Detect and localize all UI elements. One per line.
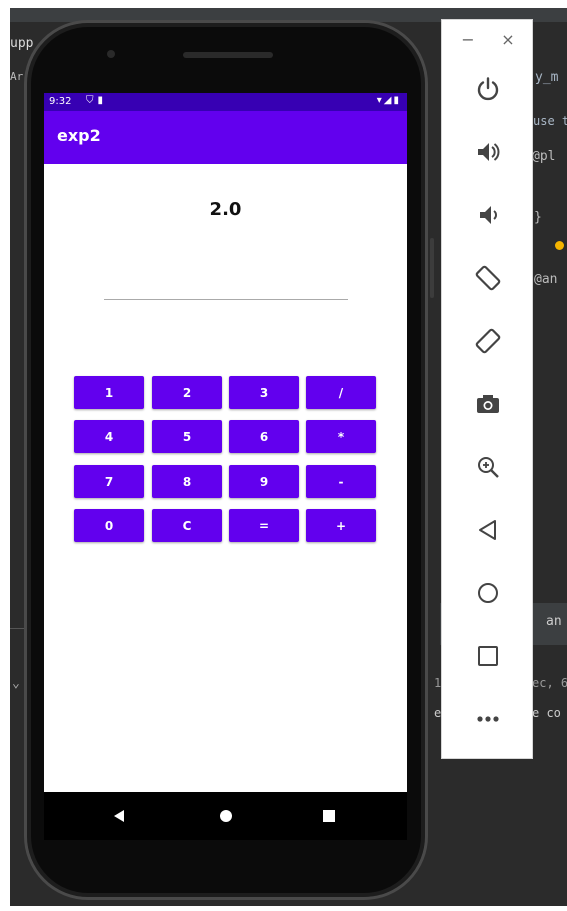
ide-fragment: e co (532, 706, 561, 720)
ide-fragment: use t (533, 114, 567, 128)
clipboard-icon: ▮ (97, 95, 108, 106)
android-nav-bar (44, 792, 407, 840)
key-7-button[interactable]: 7 (74, 465, 144, 498)
key-subtract-button[interactable]: - (306, 465, 376, 498)
wifi-icon: ▾ (376, 95, 384, 106)
key-4-button[interactable]: 4 (74, 420, 144, 453)
key-2-button[interactable]: 2 (152, 376, 222, 409)
app-bar: exp2 (44, 111, 407, 164)
device-screen: 9:32 ⛉▮ ▾◢▮ exp2 2.0 1 2 3 / 4 5 6 * 7 8… (44, 93, 407, 792)
volume-up-icon[interactable] (472, 136, 504, 168)
key-add-button[interactable]: + (306, 509, 376, 542)
phone-speaker (183, 52, 273, 58)
ide-fragment: Ar (10, 70, 24, 83)
key-divide-button[interactable]: / (306, 376, 376, 409)
status-time: 9:32 (49, 96, 72, 107)
system-icons: ▾◢▮ (377, 95, 401, 106)
back-icon[interactable] (472, 514, 504, 546)
app-title: exp2 (57, 126, 101, 145)
ide-fragment: upp (10, 36, 34, 51)
ide-fragment: } (534, 210, 542, 225)
rotate-left-icon[interactable] (472, 262, 504, 294)
nav-back-icon[interactable] (107, 804, 131, 828)
number-input[interactable] (104, 279, 348, 300)
key-9-button[interactable]: 9 (229, 465, 299, 498)
key-clear-button[interactable]: C (152, 509, 222, 542)
battery-icon: ▮ (393, 95, 401, 106)
result-display: 2.0 (209, 199, 242, 220)
status-bar: 9:32 ⛉▮ ▾◢▮ (44, 93, 407, 111)
key-multiply-button[interactable]: * (306, 420, 376, 453)
ide-fragment: @pl (532, 149, 556, 164)
emulator-controls-panel: − × (441, 19, 533, 759)
close-button[interactable]: × (500, 32, 516, 48)
ide-fragment: an (546, 614, 562, 629)
power-icon[interactable] (472, 73, 504, 105)
notification-icons: ⛉▮ (86, 95, 107, 106)
shield-icon: ⛉ (86, 95, 98, 106)
ide-fragment: y_m (535, 70, 559, 85)
more-icon[interactable] (472, 703, 504, 735)
home-icon[interactable] (472, 577, 504, 609)
camera-icon[interactable] (472, 388, 504, 420)
volume-down-icon[interactable] (472, 199, 504, 231)
lightbulb-icon (555, 241, 564, 250)
phone-side-button (430, 238, 434, 298)
key-equals-button[interactable]: = (229, 509, 299, 542)
rotate-right-icon[interactable] (472, 325, 504, 357)
ide-fragment: @an (534, 272, 558, 287)
key-6-button[interactable]: 6 (229, 420, 299, 453)
nav-overview-icon[interactable] (317, 804, 341, 828)
camera-icon (107, 50, 115, 58)
key-3-button[interactable]: 3 (229, 376, 299, 409)
ide-divider (10, 628, 24, 629)
zoom-icon[interactable] (472, 451, 504, 483)
key-1-button[interactable]: 1 (74, 376, 144, 409)
overview-icon[interactable] (472, 640, 504, 672)
key-0-button[interactable]: 0 (74, 509, 144, 542)
nav-home-icon[interactable] (214, 804, 238, 828)
chevron-down-icon: ⌄ (12, 676, 20, 691)
ide-fragment: ec, 6 (532, 676, 567, 690)
key-5-button[interactable]: 5 (152, 420, 222, 453)
key-8-button[interactable]: 8 (152, 465, 222, 498)
minimize-button[interactable]: − (460, 32, 476, 48)
